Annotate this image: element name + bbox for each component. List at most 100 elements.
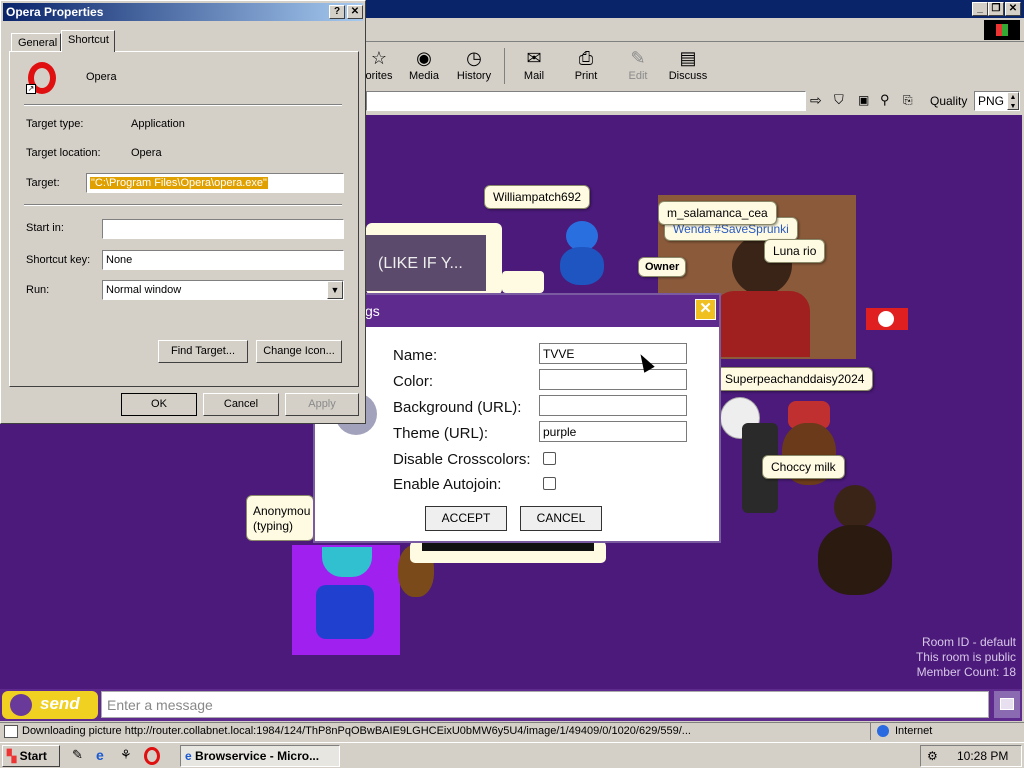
avatar-body xyxy=(316,585,374,639)
owner-badge: Owner xyxy=(638,257,687,277)
typing-indicator: (typing) xyxy=(253,519,294,533)
network-icon[interactable]: ⚘ xyxy=(120,747,138,765)
favorites-icon: ☆ xyxy=(370,48,388,68)
globe-icon xyxy=(877,725,889,737)
shortcut-arrow-icon: ↗ xyxy=(26,84,36,94)
favorites-button[interactable]: ☆ orites xyxy=(362,44,396,88)
message-input[interactable]: Enter a message xyxy=(101,691,989,718)
help-button[interactable]: ? xyxy=(329,5,345,19)
change-icon-button[interactable]: Change Icon... xyxy=(256,340,342,363)
status-bar: Downloading picture http://router.collab… xyxy=(0,722,1024,741)
room-info: Room ID - default This room is public Me… xyxy=(916,635,1016,680)
maximize-button[interactable]: ❐ xyxy=(988,2,1004,16)
clock: 10:28 PM xyxy=(957,749,1009,763)
history-button[interactable]: ◷ History xyxy=(446,44,502,88)
name-input[interactable]: TVVE xyxy=(539,343,687,364)
tab-shortcut[interactable]: Shortcut xyxy=(61,30,115,52)
settings-title: gs xyxy=(365,303,380,319)
ie-icon[interactable]: e xyxy=(96,747,114,765)
autojoin-label: Enable Autojoin: xyxy=(393,476,502,493)
minimize-button[interactable]: _ xyxy=(972,2,988,16)
target-input[interactable]: "C:\Program Files\Opera\opera.exe" xyxy=(86,173,344,193)
ok-button[interactable]: OK xyxy=(121,393,197,416)
properties-title: Opera Properties xyxy=(6,5,104,19)
system-tray: ⚙ 10:28 PM xyxy=(920,745,1022,767)
show-desktop-icon[interactable]: ✎ xyxy=(72,747,90,765)
room-id: Room ID - default xyxy=(921,635,1016,649)
run-select[interactable]: Normal window ▼ xyxy=(102,280,344,300)
volume-icon[interactable]: ⚙ xyxy=(927,749,941,763)
start-button[interactable]: ▚ Start xyxy=(2,745,60,767)
zone-label: Internet xyxy=(895,725,933,737)
mail-button[interactable]: ✉ Mail xyxy=(506,44,562,88)
crosscolors-checkbox[interactable] xyxy=(543,452,556,465)
menu-bar xyxy=(366,18,1024,42)
tab-general[interactable]: General xyxy=(11,33,61,51)
opera-quicklaunch-icon[interactable] xyxy=(144,747,160,765)
start-in-input[interactable] xyxy=(102,219,344,239)
properties-titlebar: Opera Properties ? ✕ xyxy=(3,3,363,21)
anonymous-typing-bubble: Anonymou (typing) xyxy=(246,495,314,541)
apply-button[interactable]: Apply xyxy=(285,393,359,416)
color-input[interactable] xyxy=(539,369,687,390)
flag-icon xyxy=(866,308,908,330)
crosscolors-label: Disable Crosscolors: xyxy=(393,451,531,468)
properties-close-button[interactable]: ✕ xyxy=(347,5,363,19)
discuss-button[interactable]: ▤ Discuss xyxy=(660,44,716,88)
background-input[interactable] xyxy=(539,395,687,416)
avatar-body xyxy=(560,247,604,285)
quality-select[interactable]: PNG ▲ ▼ xyxy=(974,91,1020,111)
target-type-value: Application xyxy=(131,118,185,130)
windows-flag-icon xyxy=(996,24,1008,36)
accept-button[interactable]: ACCEPT xyxy=(425,506,507,531)
clipboard-icon[interactable]: ⎘ xyxy=(903,92,919,108)
history-icon: ◷ xyxy=(466,48,482,68)
media-icon: ◉ xyxy=(416,48,432,68)
color-label: Color: xyxy=(393,373,434,390)
divider xyxy=(24,104,342,106)
avatar-shirt xyxy=(714,291,810,357)
cancel-button[interactable]: CANCEL xyxy=(520,506,602,531)
browser-toolbar: ☆ orites ◉ Media ◷ History ✉ Mail ⎙ Prin… xyxy=(362,44,1024,88)
edit-button[interactable]: ✎ Edit xyxy=(610,44,666,88)
chat-bubble-small xyxy=(502,271,544,293)
taskbar-item-browservice[interactable]: e Browservice - Micro... xyxy=(180,745,340,767)
find-icon[interactable]: ⚲ xyxy=(880,92,896,108)
find-target-button[interactable]: Find Target... xyxy=(158,340,248,363)
url-input[interactable] xyxy=(366,91,806,111)
status-text: Downloading picture http://router.collab… xyxy=(22,725,691,737)
zone-panel: Internet xyxy=(870,723,970,740)
zoom-icon[interactable]: ▣ xyxy=(858,92,874,108)
close-button[interactable]: ✕ xyxy=(1005,2,1021,16)
avatar-blue-monkey xyxy=(554,221,610,291)
bookmark-icon[interactable]: ⛉ xyxy=(834,92,848,108)
print-button[interactable]: ⎙ Print xyxy=(558,44,614,88)
close-icon: ✕ xyxy=(350,6,360,17)
settings-close-button[interactable]: ✕ xyxy=(695,299,716,320)
page-loading-icon xyxy=(4,725,18,738)
settings-button[interactable] xyxy=(994,691,1020,718)
cancel-button[interactable]: Cancel xyxy=(203,393,279,416)
toolbar-separator xyxy=(504,48,505,84)
theme-input[interactable]: purple xyxy=(539,421,687,442)
navigation-bar: ⇨ ⛉ ▣ ⚲ ⎘ Quality PNG ▲ ▼ xyxy=(362,90,1024,112)
close-icon: ✕ xyxy=(699,300,712,317)
avatar-hat xyxy=(322,547,372,577)
settings-icon xyxy=(1000,698,1014,710)
ie-icon: e xyxy=(185,749,192,763)
windows-flag-icon: ▚ xyxy=(7,749,17,763)
username-anonymous: Anonymou xyxy=(253,504,311,518)
send-button[interactable]: send xyxy=(2,691,98,719)
avatar-head xyxy=(834,485,876,529)
autojoin-checkbox[interactable] xyxy=(543,477,556,490)
dropdown-arrow-icon[interactable]: ▼ xyxy=(327,281,343,299)
target-type-label: Target type: xyxy=(26,118,84,130)
shortcut-key-label: Shortcut key: xyxy=(26,254,91,266)
edit-icon: ✎ xyxy=(630,48,646,68)
media-button[interactable]: ◉ Media xyxy=(396,44,452,88)
quality-spinner-icon[interactable]: ▲ ▼ xyxy=(1007,92,1019,110)
run-label: Run: xyxy=(26,284,50,296)
shortcut-key-input[interactable]: None xyxy=(102,250,344,270)
member-count: Member Count: 18 xyxy=(916,665,1016,679)
go-arrow-icon[interactable]: ⇨ xyxy=(810,92,826,108)
